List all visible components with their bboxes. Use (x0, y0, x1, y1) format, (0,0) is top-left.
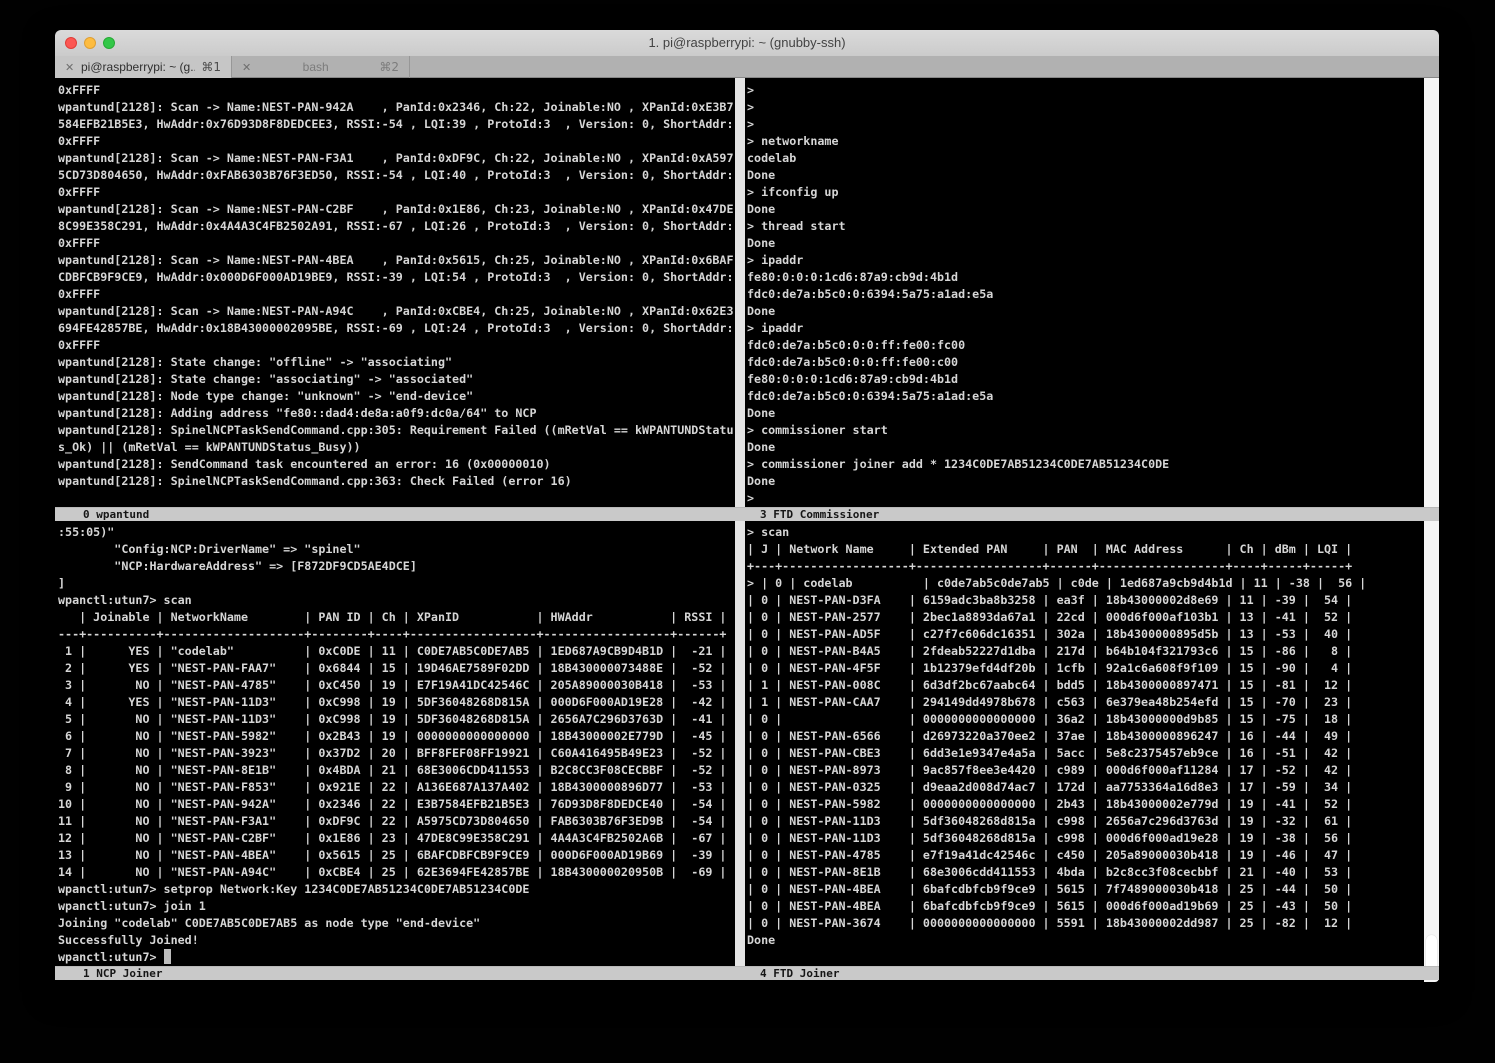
tab-shortcut: ⌘1 (201, 60, 221, 74)
window-scrollbar[interactable] (1424, 78, 1439, 982)
terminal-window: 1. pi@raspberrypi: ~ (gnubby-ssh) ✕ pi@r… (55, 30, 1439, 982)
pane-ftd-commissioner[interactable]: > > > > networkname codelab Done > ifcon… (745, 78, 1424, 507)
tab-bash[interactable]: ✕ bash ⌘2 (232, 56, 410, 78)
pane-title-ncp-joiner: 1 NCP Joiner (83, 967, 162, 981)
desktop-background: 1. pi@raspberrypi: ~ (gnubby-ssh) ✕ pi@r… (0, 0, 1495, 1063)
tab-ssh-session[interactable]: ✕ pi@raspberrypi: ~ (g... ⌘1 (55, 56, 232, 78)
pane-title-wpantund: 0 wpantund (83, 508, 149, 522)
tab-label: bash (258, 60, 373, 74)
terminal-content: 0xFFFF wpantund[2128]: Scan -> Name:NEST… (55, 78, 1439, 982)
wpantund-log-text: 0xFFFF wpantund[2128]: Scan -> Name:NEST… (55, 78, 735, 490)
window-titlebar[interactable]: 1. pi@raspberrypi: ~ (gnubby-ssh) (55, 30, 1439, 57)
pane-titlebar-bottom: 1 NCP Joiner 4 FTD Joiner (55, 966, 1439, 980)
window-title: 1. pi@raspberrypi: ~ (gnubby-ssh) (55, 30, 1439, 56)
close-tab-icon[interactable]: ✕ (65, 61, 81, 74)
terminal-cursor (164, 949, 171, 964)
pane-titlebar-top: 0 wpantund 3 FTD Commissioner (55, 507, 1439, 521)
ncp-joiner-cli-text: :55:05)" "Config:NCP:DriverName" => "spi… (55, 521, 735, 966)
ftd-commissioner-cli-text: > > > > networkname codelab Done > ifcon… (745, 78, 1424, 507)
tab-shortcut: ⌘2 (379, 60, 399, 74)
tab-label: pi@raspberrypi: ~ (g... (81, 60, 195, 74)
pane-ncp-joiner[interactable]: :55:05)" "Config:NCP:DriverName" => "spi… (55, 521, 735, 966)
pane-wpantund[interactable]: 0xFFFF wpantund[2128]: Scan -> Name:NEST… (55, 78, 735, 507)
pane-title-ftd-joiner: 4 FTD Joiner (760, 967, 839, 981)
tab-bar: ✕ pi@raspberrypi: ~ (g... ⌘1 ✕ bash ⌘2 (55, 56, 1439, 78)
pane-ftd-joiner[interactable]: > scan | J | Network Name | Extended PAN… (745, 521, 1424, 966)
pane-divider-scrollbar[interactable] (735, 78, 745, 980)
pane-title-ftd-commissioner: 3 FTD Commissioner (760, 508, 879, 522)
ftd-joiner-cli-text: > scan | J | Network Name | Extended PAN… (745, 521, 1424, 949)
close-tab-icon[interactable]: ✕ (242, 61, 258, 74)
